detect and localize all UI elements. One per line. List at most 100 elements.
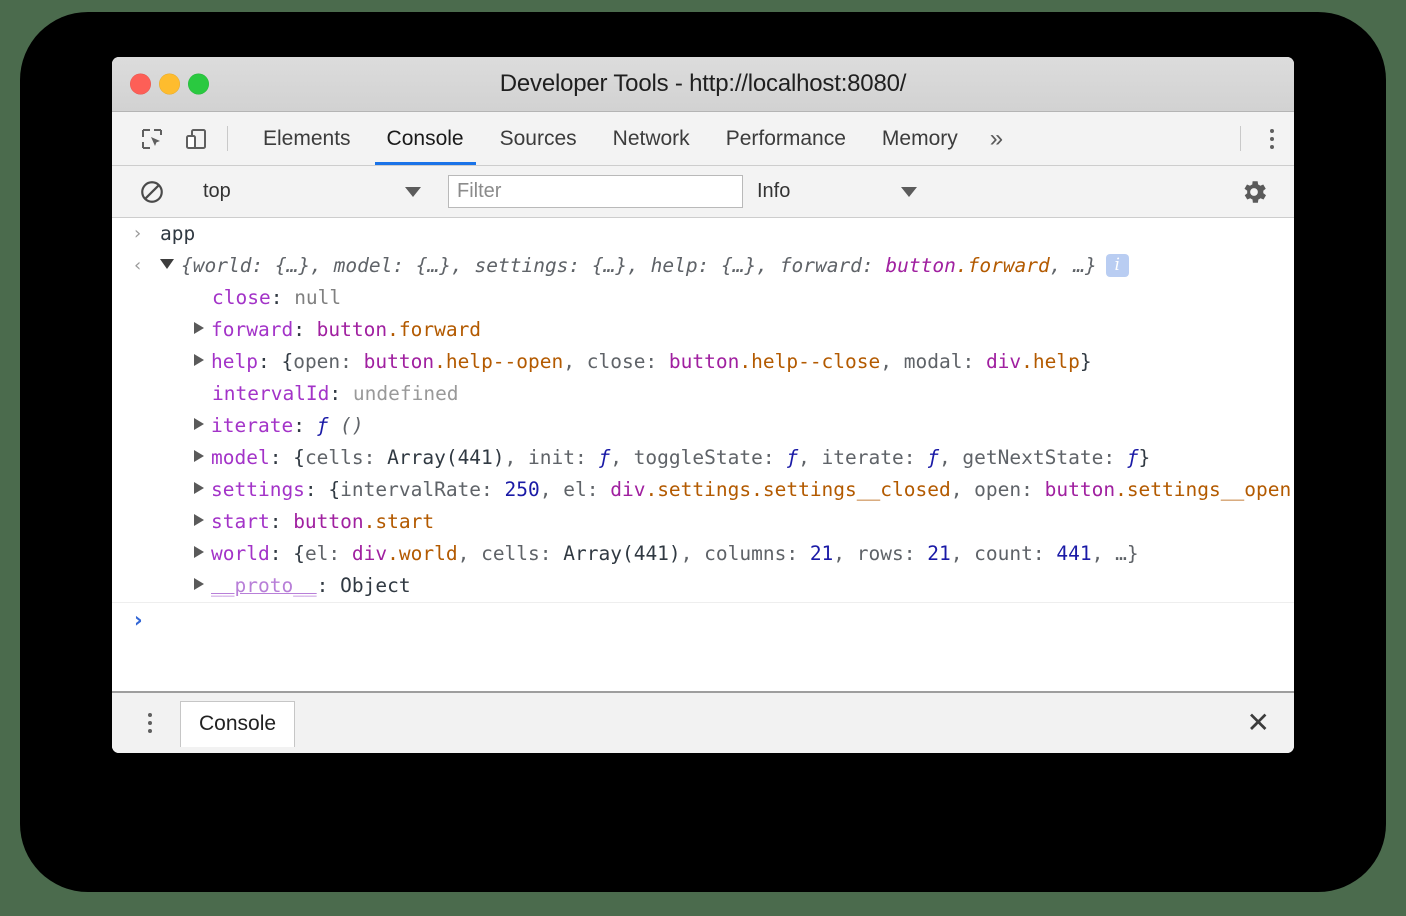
tab-network[interactable]: Network [595, 112, 708, 165]
object-property-content: start: button.start [134, 506, 1294, 538]
clear-console-icon[interactable] [130, 179, 174, 205]
expand-triangle-icon[interactable] [194, 578, 204, 590]
token: button [885, 254, 955, 277]
tab-performance[interactable]: Performance [708, 112, 864, 165]
info-badge[interactable]: i [1106, 254, 1129, 277]
object-property-row[interactable]: model: {cells: Array(441), init: ƒ, togg… [112, 442, 1294, 474]
object-property-row[interactable]: forward: button.forward [112, 314, 1294, 346]
console-prompt-row[interactable]: › [112, 603, 1294, 643]
gear-icon[interactable] [1232, 177, 1276, 207]
token: Array(441) [563, 542, 680, 565]
object-property-row[interactable]: start: button.start [112, 506, 1294, 538]
execution-context-selector[interactable]: top [193, 180, 429, 203]
token: forward [211, 318, 293, 341]
window-title: Developer Tools - http://localhost:8080/ [112, 70, 1294, 98]
device-toolbar-icon[interactable] [174, 112, 218, 165]
token: button [364, 350, 434, 373]
token: {world: {…}, model: {…}, settings: {…}, … [181, 254, 885, 277]
object-property-row[interactable]: help: {open: button.help--open, close: b… [112, 346, 1294, 378]
token: modal: [904, 350, 986, 373]
expand-triangle-icon[interactable] [194, 450, 204, 462]
output-arrow-icon: ‹ [134, 250, 160, 282]
token: , cells: [458, 542, 564, 565]
drawer-tab-console[interactable]: Console [180, 701, 295, 747]
object-property-row[interactable]: __proto__: Object [112, 570, 1294, 602]
token: .settings.settings__closed [645, 478, 950, 501]
object-properties-list: close: nullforward: button.forwardhelp: … [112, 282, 1294, 602]
tab-strip-right [1231, 112, 1294, 165]
close-window-button[interactable] [130, 74, 151, 95]
token: __proto__ [211, 574, 317, 597]
expand-triangle-icon[interactable] [194, 354, 204, 366]
close-icon[interactable]: ✕ [1241, 705, 1276, 741]
log-level-selector[interactable]: Info [757, 180, 917, 203]
token: , getNextState: [939, 446, 1127, 469]
token: .start [364, 510, 434, 533]
tab-elements[interactable]: Elements [245, 112, 369, 165]
object-property-row[interactable]: settings: {intervalRate: 250, el: div.se… [112, 474, 1294, 506]
token: , open: [951, 478, 1045, 501]
token: el: [305, 542, 352, 565]
object-property-content: __proto__: Object [134, 570, 1294, 602]
token: , …} [1050, 254, 1097, 277]
filter-input[interactable] [448, 175, 743, 208]
token [328, 414, 340, 437]
object-property-row[interactable]: intervalId: undefined [112, 378, 1294, 410]
main-menu-kebab-icon[interactable] [1250, 112, 1294, 165]
inspect-element-icon[interactable] [130, 112, 174, 165]
token: : [293, 414, 316, 437]
token: , iterate: [798, 446, 927, 469]
token: : [271, 286, 294, 309]
toolbar-divider-right [1240, 126, 1241, 151]
token: cells: [305, 446, 387, 469]
token: ƒ [927, 446, 939, 469]
object-property-content: world: {el: div.world, cells: Array(441)… [134, 538, 1294, 570]
token: .help [1021, 350, 1080, 373]
console-output[interactable]: › app ‹ {world: {…}, model: {…}, setting… [112, 218, 1294, 691]
object-preview[interactable]: {world: {…}, model: {…}, settings: {…}, … [160, 250, 1294, 282]
token: .world [387, 542, 457, 565]
token: : { [258, 350, 293, 373]
token: , count: [951, 542, 1057, 565]
object-preview-text: {world: {…}, model: {…}, settings: {…}, … [181, 254, 1097, 277]
tab-console[interactable]: Console [369, 112, 482, 165]
zoom-window-button[interactable] [188, 74, 209, 95]
object-property-content: forward: button.forward [134, 314, 1294, 346]
console-input-echo-row: › app [112, 218, 1294, 250]
drawer-kebab-menu-icon[interactable] [132, 693, 168, 753]
object-property-content: intervalId: undefined [134, 378, 1294, 410]
expand-triangle-icon[interactable] [194, 514, 204, 526]
expand-triangle-icon[interactable] [194, 546, 204, 558]
token: .help--open [434, 350, 563, 373]
token: ƒ [1127, 446, 1139, 469]
object-property-row[interactable]: close: null [112, 282, 1294, 314]
token: : [329, 382, 352, 405]
object-property-content: close: null [134, 282, 1294, 314]
devtools-window: Developer Tools - http://localhost:8080/… [112, 57, 1294, 753]
toolbar-divider [227, 126, 228, 151]
object-property-row[interactable]: iterate: ƒ () [112, 410, 1294, 442]
token: div [610, 478, 645, 501]
expand-triangle-icon[interactable] [160, 259, 174, 269]
tab-sources[interactable]: Sources [482, 112, 595, 165]
token: intervalId [212, 382, 329, 405]
input-arrow-icon: › [134, 218, 160, 250]
expand-triangle-icon[interactable] [194, 482, 204, 494]
title-bar: Developer Tools - http://localhost:8080/ [112, 57, 1294, 112]
token: div [986, 350, 1021, 373]
token: button [293, 510, 363, 533]
tab-memory[interactable]: Memory [864, 112, 976, 165]
token: , columns: [681, 542, 810, 565]
token: Array(441) [387, 446, 504, 469]
minimize-window-button[interactable] [159, 74, 180, 95]
object-property-row[interactable]: world: {el: div.world, cells: Array(441)… [112, 538, 1294, 570]
token: } [1080, 350, 1092, 373]
token: button [317, 318, 387, 341]
token: 250 [505, 478, 540, 501]
expand-triangle-icon[interactable] [194, 418, 204, 430]
drawer-tab-bar: Console ✕ [112, 691, 1294, 753]
expand-triangle-icon[interactable] [194, 322, 204, 334]
window-controls [130, 74, 209, 95]
object-property-content: model: {cells: Array(441), init: ƒ, togg… [134, 442, 1294, 474]
more-tabs-icon[interactable]: » [976, 112, 1017, 165]
